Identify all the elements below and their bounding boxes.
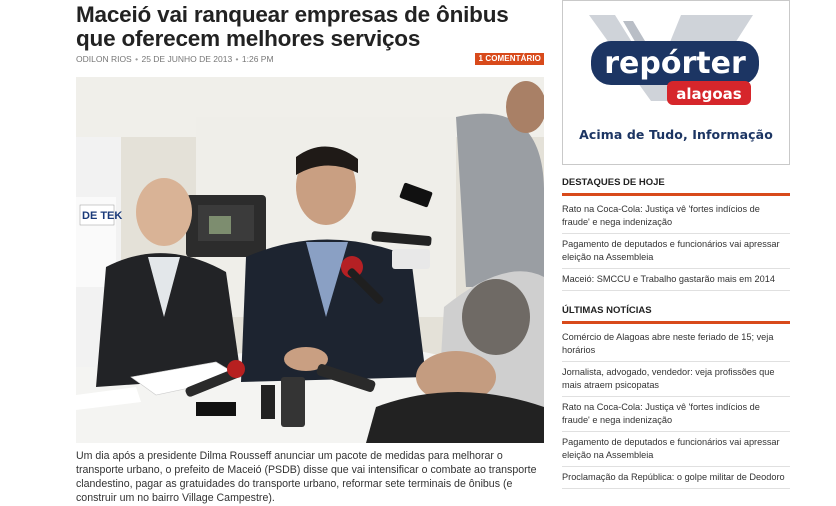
article-title[interactable]: Maceió vai ranquear empresas de ônibus q…: [76, 3, 544, 51]
highlights-list: Rato na Coca-Cola: Justiça vê 'fortes in…: [562, 199, 790, 291]
meta-separator: •: [235, 54, 239, 64]
latest-news-item[interactable]: Pagamento de deputados e funcionários va…: [562, 432, 790, 467]
highlight-item[interactable]: Rato na Coca-Cola: Justiça vê 'fortes in…: [562, 199, 790, 234]
article-meta: ODILON RIOS • 25 DE JUNHO DE 2013 • 1:26…: [76, 54, 274, 66]
latest-news-link[interactable]: Proclamação da República: o golpe milita…: [562, 472, 785, 482]
latest-news-link[interactable]: Comércio de Alagoas abre neste feriado d…: [562, 332, 773, 355]
latest-news-link[interactable]: Pagamento de deputados e funcionários va…: [562, 437, 780, 460]
latest-news-item[interactable]: Jornalista, advogado, vendedor: veja pro…: [562, 362, 790, 397]
logo-word-alagoas: alagoas: [676, 85, 742, 103]
logo-word-reporter: repórter: [604, 46, 746, 81]
latest-news-link[interactable]: Jornalista, advogado, vendedor: veja pro…: [562, 367, 774, 390]
article-photo: DE TEK: [76, 77, 544, 443]
reporter-alagoas-banner[interactable]: repórter alagoas Acima de Tudo, Informaç…: [562, 0, 790, 165]
highlight-link[interactable]: Maceió: SMCCU e Trabalho gastarão mais e…: [562, 274, 775, 284]
article-time: 1:26 PM: [241, 54, 274, 64]
photo-sign-text: DE TEK: [82, 210, 122, 222]
article-body: Um dia após a presidente Dilma Rousseff …: [76, 450, 537, 504]
latest-news-item[interactable]: Rato na Coca-Cola: Justiça vê 'fortes in…: [562, 397, 790, 432]
highlight-item[interactable]: Maceió: SMCCU e Trabalho gastarão mais e…: [562, 269, 790, 291]
article-author[interactable]: ODILON RIOS: [76, 54, 132, 64]
reporter-alagoas-logo: repórter alagoas: [589, 15, 759, 105]
highlights-title: DESTAQUES DE HOJE: [562, 177, 790, 196]
latest-news-link[interactable]: Rato na Coca-Cola: Justiça vê 'fortes in…: [562, 402, 760, 425]
highlight-link[interactable]: Pagamento de deputados e funcionários va…: [562, 239, 780, 262]
press-conference-image: DE TEK: [76, 77, 544, 443]
comments-count-link[interactable]: 1 COMENTÁRIO: [475, 53, 544, 65]
article-date: 25 DE JUNHO DE 2013: [141, 54, 233, 64]
meta-separator: •: [135, 54, 139, 64]
highlight-item[interactable]: Pagamento de deputados e funcionários va…: [562, 234, 790, 269]
highlight-link[interactable]: Rato na Coca-Cola: Justiça vê 'fortes in…: [562, 204, 760, 227]
latest-news-list: Comércio de Alagoas abre neste feriado d…: [562, 327, 790, 489]
banner-tagline: Acima de Tudo, Informação: [579, 127, 773, 142]
latest-news-item[interactable]: Proclamação da República: o golpe milita…: [562, 467, 790, 489]
latest-news-title: ÚLTIMAS NOTÍCIAS: [562, 305, 790, 324]
latest-news-item[interactable]: Comércio de Alagoas abre neste feriado d…: [562, 327, 790, 362]
